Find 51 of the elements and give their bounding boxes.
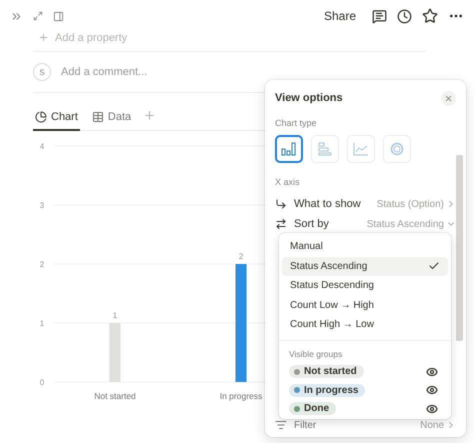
view-tab[interactable]: Data [90, 111, 134, 131]
comment-icon[interactable] [372, 8, 387, 24]
filter-icon [275, 419, 287, 431]
bar-value-label: 1 [112, 311, 118, 320]
chart-icon [35, 111, 47, 123]
section-label: Chart type [275, 118, 318, 128]
option-label: Filter [294, 420, 316, 430]
close-icon [444, 94, 453, 102]
option-label: What to show [294, 198, 361, 210]
section-label: Visible groups [288, 348, 344, 358]
close-button[interactable] [441, 90, 456, 106]
menu-item[interactable]: Count Low → High [282, 296, 448, 315]
scrollbar[interactable] [456, 155, 463, 341]
bar-value-label: 2 [238, 252, 244, 261]
side-panel-icon[interactable] [53, 10, 64, 22]
eye-icon[interactable] [426, 366, 438, 378]
horizontal-bar-chart-icon [318, 142, 332, 156]
chart-type-button[interactable] [275, 135, 303, 163]
bar [110, 323, 120, 382]
star-icon[interactable] [422, 8, 438, 24]
category-label: In progress [220, 391, 262, 401]
option-label: Sort by [294, 218, 329, 230]
axis-tick-label: 3 [40, 201, 44, 210]
sort-icon [275, 218, 287, 230]
axis-tick-label: 1 [40, 319, 44, 328]
menu-item[interactable]: Manual [282, 237, 448, 256]
axis-tick-label: 2 [40, 260, 44, 269]
axis-tick-label: 0 [40, 378, 44, 387]
plus-icon [38, 32, 49, 43]
user-avatar: S [33, 63, 51, 81]
clock-icon[interactable] [397, 8, 412, 24]
line-chart-icon [353, 142, 369, 156]
table-icon [92, 111, 104, 123]
donut-chart-icon [390, 142, 404, 156]
status-tag: Not started [289, 365, 364, 378]
panel-title: View options [275, 92, 343, 104]
menu-item[interactable]: Count High → Low [282, 315, 448, 334]
section-label: X axis [275, 177, 301, 187]
eye-icon[interactable] [426, 402, 438, 415]
eye-icon[interactable] [426, 384, 438, 396]
expand-icon[interactable] [33, 11, 43, 21]
category-label: Not started [94, 391, 136, 401]
menu-item[interactable]: Status Descending [282, 276, 448, 296]
menu-item[interactable]: Status Ascending [282, 256, 448, 276]
axis-icon [275, 198, 287, 210]
axis-tick-label: 4 [40, 142, 44, 151]
bar-chart-icon [281, 142, 297, 156]
share-link[interactable]: Share [324, 9, 356, 23]
status-tag: In progress [289, 384, 366, 397]
view-tab[interactable]: Chart [33, 111, 80, 131]
status-tag: Done [289, 402, 336, 416]
